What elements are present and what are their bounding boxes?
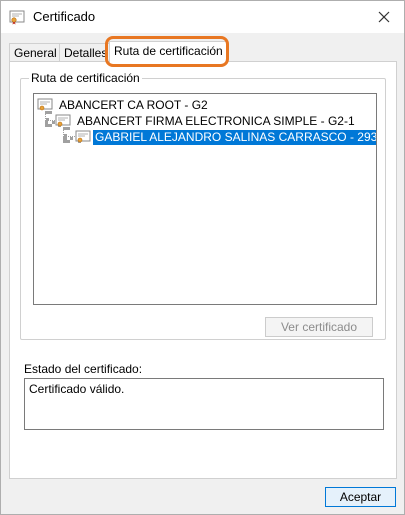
tab-general[interactable]: General (9, 43, 62, 63)
tab-details[interactable]: Detalles (59, 43, 113, 63)
tree-connector (63, 127, 67, 143)
tab-panel: Ruta de certificación ABANCERT CA ROOT -… (9, 61, 397, 479)
certification-path-group: Ruta de certificación ABANCERT CA ROOT -… (20, 71, 386, 340)
tree-connector (45, 111, 49, 127)
certificate-status-text: Certificado válido. (29, 382, 125, 396)
tree-node-intermediate[interactable]: ABANCERT FIRMA ELECTRONICA SIMPLE - G2-1 (55, 113, 357, 129)
tree-node-label: ABANCERT FIRMA ELECTRONICA SIMPLE - G2-1 (77, 113, 355, 128)
tree-node-leaf[interactable]: GABRIEL ALEJANDRO SALINAS CARRASCO - 293… (75, 129, 376, 145)
certificate-status-box[interactable]: Certificado válido. (24, 378, 384, 430)
certificate-dialog: Certificado General Detalles Ruta de cer… (0, 0, 405, 515)
group-label: Ruta de certificación (29, 71, 142, 85)
tree-node-root[interactable]: ABANCERT CA ROOT - G2 (37, 97, 210, 113)
close-icon (378, 11, 390, 23)
view-certificate-button[interactable]: Ver certificado (265, 317, 373, 337)
close-button[interactable] (364, 1, 404, 33)
accept-button[interactable]: Aceptar (325, 487, 396, 507)
certificate-icon (37, 98, 53, 111)
certificate-icon (9, 10, 25, 25)
certificate-status-label: Estado del certificado: (24, 362, 143, 376)
certificate-icon (75, 130, 91, 143)
certificate-tree[interactable]: ABANCERT CA ROOT - G2 ABANCERT FIRMA ELE… (33, 93, 377, 305)
tree-node-label: ABANCERT CA ROOT - G2 (59, 97, 208, 112)
title-bar: Certificado (1, 1, 404, 33)
window-title: Certificado (33, 9, 96, 24)
tab-certification-path[interactable]: Ruta de certificación (109, 41, 228, 63)
certificate-icon (55, 114, 71, 127)
tree-node-label-selected: GABRIEL ALEJANDRO SALINAS CARRASCO - 293… (93, 129, 376, 145)
